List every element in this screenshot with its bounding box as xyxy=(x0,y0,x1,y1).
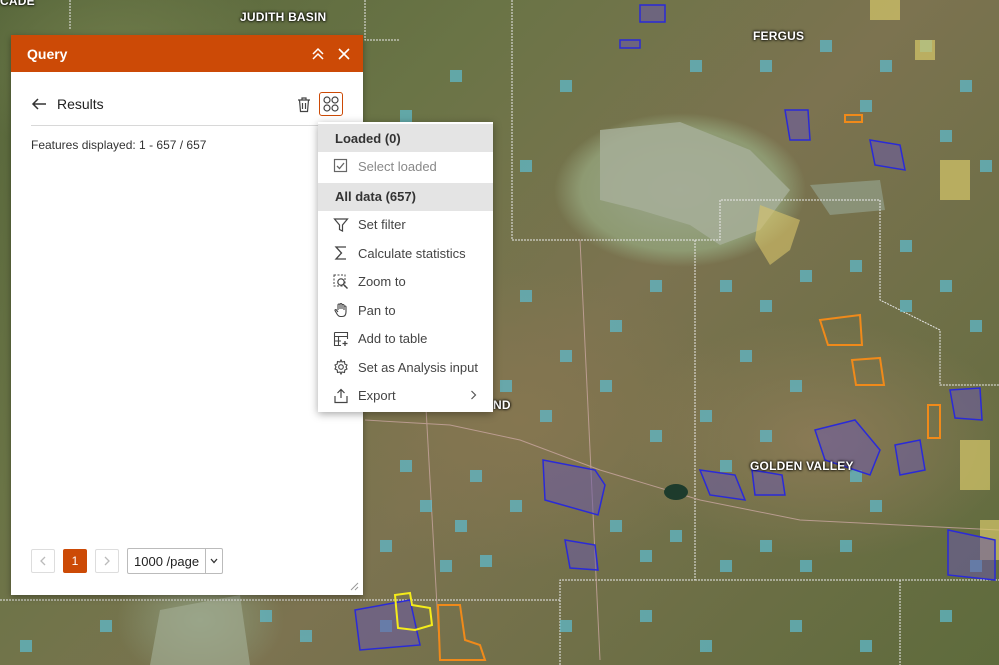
map-label-fergus: FERGUS xyxy=(753,29,805,43)
page-size-dropdown[interactable] xyxy=(205,549,222,573)
chevron-down-icon xyxy=(210,558,218,564)
menu-item-add-to-table[interactable]: Add to table xyxy=(318,325,493,354)
gear-icon xyxy=(334,359,348,376)
prev-page-button[interactable] xyxy=(31,549,55,573)
menu-header-loaded: Loaded (0) xyxy=(318,124,493,152)
filter-icon xyxy=(333,218,349,232)
menu-item-set-filter[interactable]: Set filter xyxy=(318,211,493,240)
features-displayed: Features displayed: 1 - 657 / 657 xyxy=(31,138,207,152)
panel-header: Query xyxy=(11,35,363,72)
export-icon xyxy=(334,388,348,403)
collapse-button[interactable] xyxy=(305,41,331,67)
query-panel: Query Results Features displayed: 1 - 65… xyxy=(11,35,363,595)
chevron-right-icon xyxy=(471,390,477,400)
chevrons-up-icon xyxy=(312,47,324,60)
map-label-wheatland: ND xyxy=(493,398,511,412)
menu-item-set-analysis-input[interactable]: Set as Analysis input xyxy=(318,353,493,382)
page-size-value: 1000 /page xyxy=(134,553,200,569)
menu-item-export[interactable]: Export xyxy=(318,382,493,411)
menu-item-label: Export xyxy=(358,388,396,404)
menu-item-zoom-to[interactable]: Zoom to xyxy=(318,268,493,297)
menu-item-label: Pan to xyxy=(358,302,396,318)
actions-menu: Loaded (0) Select loaded All data (657) … xyxy=(318,122,493,412)
map-label-golden-valley: GOLDEN VALLEY xyxy=(750,459,854,473)
results-divider xyxy=(31,125,353,126)
menu-item-calculate-statistics[interactable]: Calculate statistics xyxy=(318,239,493,268)
map-label-judith-basin: JUDITH BASIN xyxy=(240,10,327,24)
chevron-left-icon xyxy=(40,556,46,566)
page-size-select[interactable]: 1000 /page xyxy=(127,548,224,574)
menu-item-select-loaded[interactable]: Select loaded xyxy=(318,152,493,181)
menu-item-label: Add to table xyxy=(358,331,428,347)
menu-item-label: Zoom to xyxy=(358,274,406,290)
menu-item-label: Calculate statistics xyxy=(358,245,466,261)
actions-grid-icon xyxy=(323,96,339,112)
clear-results-button[interactable] xyxy=(293,93,315,115)
resize-handle-icon[interactable] xyxy=(350,582,359,591)
results-title: Results xyxy=(57,96,104,112)
menu-item-label: Set filter xyxy=(358,217,406,233)
arrow-left-icon xyxy=(31,98,46,110)
results-header: Results xyxy=(11,72,363,136)
sigma-icon xyxy=(334,246,346,260)
menu-header-all-data: All data (657) xyxy=(318,182,493,211)
menu-item-pan-to[interactable]: Pan to xyxy=(318,296,493,325)
chevron-right-icon xyxy=(104,556,110,566)
current-page[interactable]: 1 xyxy=(63,549,87,573)
close-icon xyxy=(338,47,350,60)
next-page-button[interactable] xyxy=(95,549,119,573)
hand-icon xyxy=(334,303,347,318)
trash-icon xyxy=(298,96,310,112)
table-add-icon xyxy=(333,331,349,346)
actions-button[interactable] xyxy=(319,92,343,116)
select-check-icon xyxy=(333,159,348,173)
map-label-cascade: CADE xyxy=(0,0,35,8)
panel-title: Query xyxy=(27,45,68,62)
menu-item-label: Set as Analysis input xyxy=(358,359,478,375)
back-button[interactable] xyxy=(31,95,49,113)
pagination: 1 1000 /page xyxy=(31,548,224,574)
close-button[interactable] xyxy=(331,41,357,67)
menu-item-label: Select loaded xyxy=(358,158,437,174)
zoom-to-icon xyxy=(333,274,348,289)
